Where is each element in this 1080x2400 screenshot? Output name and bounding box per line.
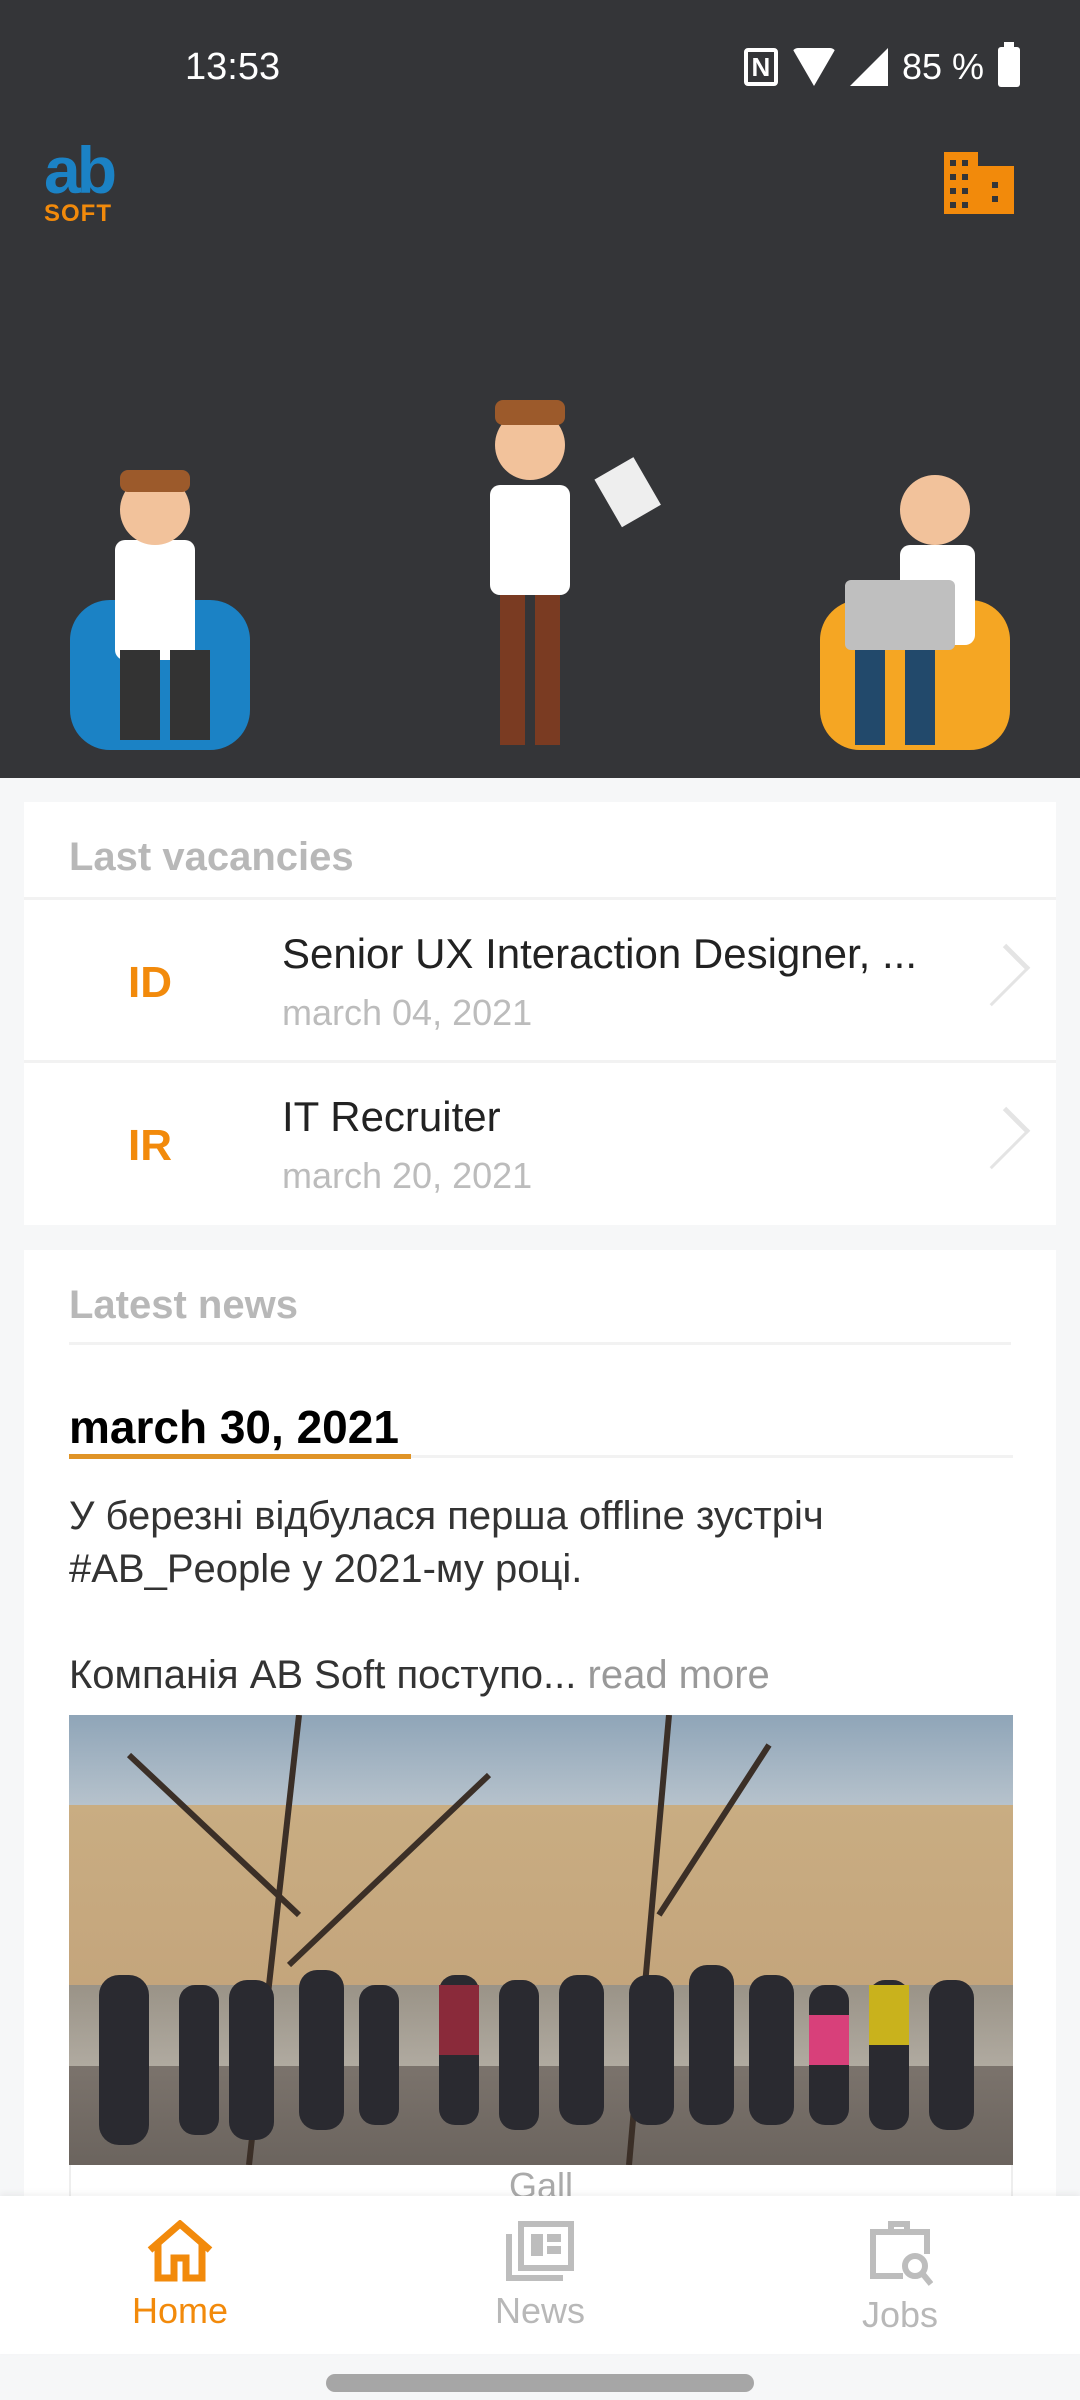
wifi-icon — [791, 48, 836, 86]
vacancy-title: IT Recruiter — [282, 1093, 501, 1140]
news-icon — [506, 2221, 574, 2281]
section-title: Last vacancies — [69, 835, 354, 879]
status-bar: 13:53 N 85 % — [0, 0, 1080, 130]
illustration-person-standing — [490, 400, 661, 745]
news-date: march 30, 2021 — [69, 1401, 399, 1453]
latest-news-card: Latest news march 30, 2021 У березні від… — [24, 1250, 1056, 2250]
illustration-person-armchair-orange — [820, 475, 1010, 750]
home-icon — [147, 2220, 213, 2282]
building-icon[interactable] — [944, 152, 1014, 214]
vacancy-initials: IR — [128, 1121, 172, 1170]
section-title: Latest news — [69, 1250, 1011, 1345]
hero-banner: 13:53 N 85 % ab SOFT — [0, 0, 1080, 778]
chevron-right-icon — [967, 1106, 1031, 1170]
news-photo[interactable] — [69, 1715, 1013, 2165]
battery-percent: 85 % — [901, 46, 984, 87]
divider — [69, 1454, 1013, 1459]
vacancy-row[interactable]: ID Senior UX Interaction Designer, ... m… — [24, 897, 1056, 1060]
nav-jobs[interactable]: Jobs — [720, 2196, 1080, 2354]
news-text[interactable]: У березні відбулася перша offline зустрі… — [69, 1490, 1013, 1702]
last-vacancies-card: Last vacancies ID Senior UX Interaction … — [24, 802, 1056, 1225]
signal-icon — [849, 48, 888, 86]
vacancy-title: Senior UX Interaction Designer, ... — [282, 930, 917, 977]
vacancy-date: march 04, 2021 — [282, 992, 533, 1033]
bottom-navigation: Home News Jobs — [0, 2196, 1080, 2354]
nav-news[interactable]: News — [360, 2196, 720, 2354]
read-more-link[interactable]: read more — [588, 1653, 770, 1697]
nfc-icon: N — [743, 48, 778, 86]
jobs-icon — [870, 2221, 933, 2286]
status-time: 13:53 — [185, 46, 281, 88]
group-photo — [99, 1715, 974, 2165]
vacancy-date: march 20, 2021 — [282, 1155, 533, 1196]
chevron-right-icon — [967, 943, 1031, 1007]
vacancy-initials: ID — [128, 958, 172, 1007]
gesture-bar[interactable] — [326, 2374, 754, 2392]
battery-icon — [998, 42, 1020, 87]
vacancy-row[interactable]: IR IT Recruiter march 20, 2021 — [24, 1060, 1056, 1223]
nav-home[interactable]: Home — [0, 2196, 360, 2354]
ab-soft-logo[interactable]: ab SOFT — [44, 137, 134, 228]
illustration-person-armchair-blue — [70, 470, 250, 750]
